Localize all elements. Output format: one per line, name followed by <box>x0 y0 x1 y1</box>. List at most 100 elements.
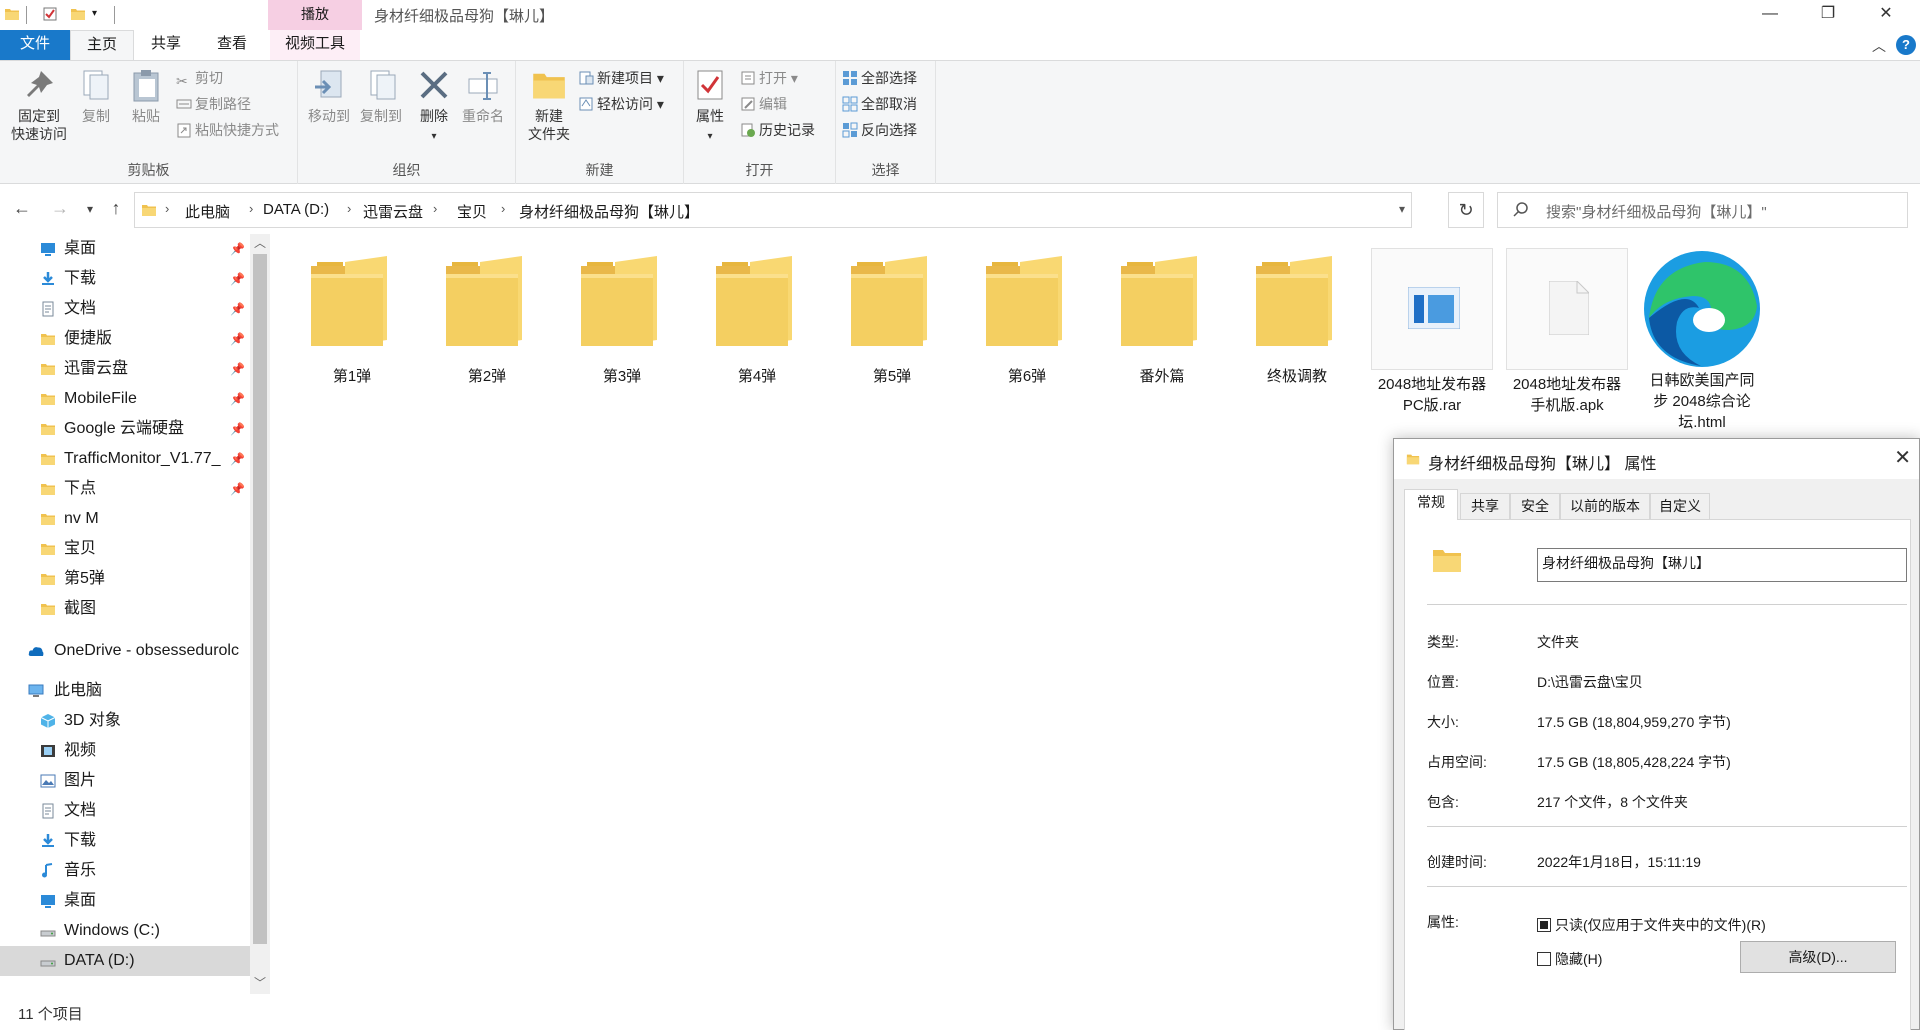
copy-button[interactable]: 复制 <box>74 67 118 125</box>
history-button[interactable]: 历史记录 <box>740 119 815 141</box>
rename-button[interactable]: 重命名 <box>458 67 508 125</box>
nav-pc-item[interactable]: 3D 对象 <box>0 706 250 736</box>
nav-quick-item[interactable]: 下载 📌 <box>0 264 250 294</box>
pin-icon[interactable]: 📌 <box>230 354 245 384</box>
file-item[interactable]: 第5弹 <box>830 248 954 387</box>
close-icon[interactable]: ✕ <box>1894 445 1911 470</box>
nav-pc-item[interactable]: 桌面 <box>0 886 250 916</box>
nav-pc-item[interactable]: 下载 <box>0 826 250 856</box>
nav-pc-item[interactable]: 图片 <box>0 766 250 796</box>
nav-onedrive[interactable]: OneDrive - obsessedurolc <box>0 636 250 666</box>
paste-button[interactable]: 粘贴 <box>124 67 168 125</box>
new-folder-button[interactable]: 新建 文件夹 <box>524 67 574 143</box>
properties-check-icon[interactable] <box>42 6 58 22</box>
invert-selection-button[interactable]: 反向选择 <box>842 119 917 141</box>
file-item[interactable]: 第3弹 <box>560 248 684 387</box>
pin-icon[interactable]: 📌 <box>230 444 245 474</box>
address-dropdown-icon[interactable]: ▾ <box>1399 202 1405 216</box>
breadcrumb-current-folder[interactable]: 身材纤细极品母狗【琳儿】 <box>519 201 699 222</box>
tab-file[interactable]: 文件 <box>0 30 70 60</box>
forward-arrow-icon[interactable]: → <box>48 198 72 219</box>
recent-dropdown-icon[interactable]: ▾ <box>78 202 102 216</box>
tab-previous-versions[interactable]: 以前的版本 <box>1560 493 1650 519</box>
readonly-checkbox[interactable]: 只读(仅应用于文件夹中的文件)(R) <box>1537 915 1766 935</box>
file-item[interactable]: 第6弹 <box>965 248 1089 387</box>
nav-quick-item[interactable]: TrafficMonitor_V1.77_ 📌 <box>0 444 250 474</box>
move-to-button[interactable]: 移动到 <box>304 67 354 125</box>
search-input[interactable]: 搜索"身材纤细极品母狗【琳儿】" <box>1546 201 1767 222</box>
copy-to-button[interactable]: 复制到 <box>356 67 406 125</box>
file-item[interactable]: 番外篇 <box>1100 248 1224 387</box>
tab-view[interactable]: 查看 <box>198 30 266 60</box>
tab-customize[interactable]: 自定义 <box>1650 493 1710 519</box>
edit-button[interactable]: 编辑 <box>740 93 787 115</box>
up-arrow-icon[interactable]: ↑ <box>104 198 128 219</box>
nav-pc-item[interactable]: DATA (D:) <box>0 946 250 976</box>
pin-quick-access-button[interactable]: 固定到 快速访问 <box>6 67 72 143</box>
breadcrumb-this-pc[interactable]: 此电脑 <box>185 201 230 222</box>
breadcrumb-xunlei[interactable]: 迅雷云盘 <box>363 201 423 222</box>
nav-this-pc[interactable]: 此电脑 <box>0 676 250 706</box>
easy-access-button[interactable]: 轻松访问 ▾ <box>578 93 664 115</box>
copy-path-button[interactable]: 复制路径 <box>176 93 251 115</box>
nav-scrollbar-thumb[interactable] <box>253 254 267 944</box>
breadcrumb-separator[interactable]: › <box>501 201 505 216</box>
file-item[interactable]: 第2弹 <box>425 248 549 387</box>
paste-shortcut-button[interactable]: 粘贴快捷方式 <box>176 119 279 141</box>
breadcrumb-separator[interactable]: › <box>433 201 437 216</box>
address-bar[interactable]: › 此电脑 › DATA (D:) › 迅雷云盘 › 宝贝 › 身材纤细极品母狗… <box>134 192 1412 228</box>
nav-quick-item[interactable]: nv M <box>0 504 250 534</box>
pin-icon[interactable]: 📌 <box>230 324 245 354</box>
close-button[interactable]: ✕ <box>1858 0 1914 30</box>
nav-quick-item[interactable]: Google 云端硬盘 📌 <box>0 414 250 444</box>
restore-button[interactable]: ❐ <box>1800 0 1856 30</box>
pin-icon[interactable]: 📌 <box>230 264 245 294</box>
delete-dropdown-icon[interactable]: ▾ <box>431 131 436 142</box>
pin-icon[interactable]: 📌 <box>230 474 245 504</box>
nav-pc-item[interactable]: Windows (C:) <box>0 916 250 946</box>
file-item[interactable]: 日韩欧美国产同步 2048综合论 坛.html <box>1640 248 1764 433</box>
file-item[interactable]: 第4弹 <box>695 248 819 387</box>
properties-dropdown-icon[interactable]: ▾ <box>707 131 712 142</box>
tab-sharing[interactable]: 共享 <box>1460 493 1510 519</box>
nav-scrollbar[interactable]: ︿ ﹀ <box>250 234 270 994</box>
open-button[interactable]: 打开 ▾ <box>740 67 798 89</box>
pin-icon[interactable]: 📌 <box>230 414 245 444</box>
file-item[interactable]: 终极调教 <box>1235 248 1359 387</box>
customize-dropdown-icon[interactable]: ▾ <box>92 8 108 24</box>
tab-video-tools[interactable]: 视频工具 <box>270 30 360 60</box>
help-icon[interactable]: ? <box>1896 35 1916 55</box>
delete-button[interactable]: 删除 ▾ <box>414 67 454 146</box>
pin-icon[interactable]: 📌 <box>230 234 245 264</box>
scroll-up-icon[interactable]: ︿ <box>254 234 266 251</box>
nav-pc-item[interactable]: 音乐 <box>0 856 250 886</box>
nav-quick-item[interactable]: 文档 📌 <box>0 294 250 324</box>
nav-pc-item[interactable]: 文档 <box>0 796 250 826</box>
new-folder-icon[interactable] <box>70 6 86 22</box>
file-item[interactable]: 2048地址发布器 手机版.apk <box>1505 248 1629 416</box>
refresh-icon[interactable]: ↻ <box>1448 192 1484 228</box>
nav-quick-item[interactable]: 截图 <box>0 594 250 624</box>
nav-quick-item[interactable]: 便捷版 📌 <box>0 324 250 354</box>
nav-quick-item[interactable]: MobileFile 📌 <box>0 384 250 414</box>
file-item[interactable]: 2048地址发布器 PC版.rar <box>1370 248 1494 416</box>
search-box[interactable]: 搜索"身材纤细极品母狗【琳儿】" <box>1497 192 1908 228</box>
select-none-button[interactable]: 全部取消 <box>842 93 917 115</box>
nav-pc-item[interactable]: 视频 <box>0 736 250 766</box>
advanced-button[interactable]: 高级(D)... <box>1740 941 1896 973</box>
back-arrow-icon[interactable]: ← <box>10 198 34 219</box>
breadcrumb-baobei[interactable]: 宝贝 <box>457 201 487 222</box>
nav-quick-item[interactable]: 下点 📌 <box>0 474 250 504</box>
nav-quick-item[interactable]: 宝贝 <box>0 534 250 564</box>
cut-button[interactable]: ✂ 剪切 <box>176 67 223 89</box>
properties-button[interactable]: 属性 ▾ <box>688 67 732 146</box>
folder-name-field[interactable]: 身材纤细极品母狗【琳儿】 <box>1537 548 1907 582</box>
file-item[interactable]: 第1弹 <box>290 248 414 387</box>
breadcrumb-separator[interactable]: › <box>347 201 351 216</box>
tab-home[interactable]: 主页 <box>70 30 134 60</box>
breadcrumb-data-drive[interactable]: DATA (D:) <box>263 201 329 218</box>
breadcrumb-separator[interactable]: › <box>165 201 169 216</box>
tab-security[interactable]: 安全 <box>1510 493 1560 519</box>
new-item-button[interactable]: 新建项目 ▾ <box>578 67 664 89</box>
tab-share[interactable]: 共享 <box>134 30 198 60</box>
